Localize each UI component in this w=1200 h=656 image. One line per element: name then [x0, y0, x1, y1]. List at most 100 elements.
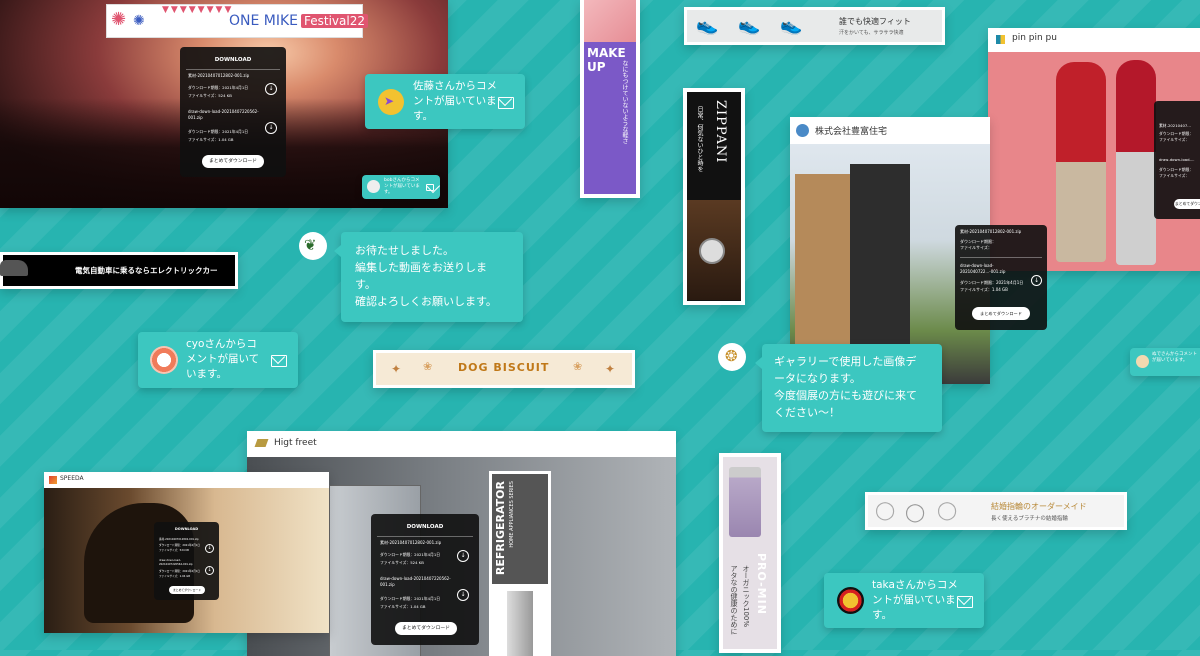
chat1-line1: お待たせしました。 — [355, 244, 454, 257]
paw-icon: ❀ — [423, 360, 433, 373]
sneaker-image-2: 👟 — [738, 15, 761, 36]
file2-download-icon[interactable]: ↓ — [265, 122, 277, 134]
file2-download-icon[interactable]: ↓ — [1031, 275, 1042, 286]
file2-name: draw-down-load-20210407220562-001.zip — [380, 576, 451, 587]
file2-expiry: ダウンロード期限： — [1159, 167, 1194, 172]
promin-copy-2: アタなの健康のために — [730, 565, 738, 635]
chat-message-1: お待たせしました。 編集した動画をお送りしま す。 確認よろしくお願いします。 — [334, 232, 523, 322]
car-image — [0, 260, 28, 276]
makeup-copy: なにもつけていないような軽さ — [621, 60, 628, 144]
download-panel: DOWNLOAD 素材-20210407012802-001.zip ダウンロー… — [180, 47, 286, 177]
fridge-header: Higt freet — [247, 431, 676, 457]
chat2-line3: 今度個展の方にも遊びに来て — [774, 389, 917, 402]
house-mini-notice-text: ぬでさんからコメントが届いています。 — [1152, 352, 1197, 363]
mail-icon — [271, 355, 287, 367]
chat-message-2: ギャラリーで使用した画像デ ータになります。 今度個展の方にも遊びに来て くださ… — [755, 344, 942, 432]
fridge-download-panel: DOWNLOAD 素材-20210407012802-001.zip ダウンロー… — [371, 514, 479, 645]
model-2 — [1116, 60, 1156, 265]
festival-badge: Festival22 — [301, 14, 368, 28]
bone-icon: ✦ — [391, 362, 402, 376]
fridge-small-image — [507, 591, 533, 656]
sneaker-image-1: 👟 — [696, 15, 719, 36]
jar-image — [729, 467, 761, 537]
dog-biscuit-banner: ✦ ❀ DOG BISCUIT ❀ ✦ — [373, 350, 635, 388]
chat1-line2: 編集した動画をお送りしま — [355, 261, 487, 274]
makeup-photo — [584, 0, 636, 42]
gym-header: SPEEDA — [44, 472, 329, 488]
fashion-header: pin pin pu — [988, 28, 1200, 52]
file2-expiry: ダウンロード期限：2021年4月1日 — [960, 280, 1024, 285]
file1-download-icon[interactable]: ↓ — [457, 550, 469, 562]
file1-size: ファイルサイズ： — [1159, 137, 1190, 142]
file1-download-icon[interactable]: ↓ — [205, 544, 214, 553]
zippani-banner: ZIPPANI 日常、何気ないひと時を — [683, 88, 745, 305]
chat-avatar-1: ❦ — [299, 232, 327, 260]
comment-notice-sato[interactable]: ➤ 佐藤さんからコメントが届いています。 — [365, 74, 525, 129]
ring-headline: 結婚指輪のオーダーメイド — [991, 502, 1087, 511]
file1-download-icon[interactable]: ↓ — [265, 83, 277, 95]
comment-notice-cyo[interactable]: cyoさんからコメントが届いています。 — [138, 332, 298, 388]
watch-face — [699, 238, 725, 264]
mini-notice-text: bobさんからコメントが届いています。 — [384, 178, 420, 195]
festival-title: ONE MIKE — [229, 13, 299, 29]
file2-size: ファイルサイズ：1.04 GB — [188, 137, 234, 142]
fireworks-icon: ✺ — [111, 9, 127, 30]
taka-notice-text: takaさんからコメントが届いています。 — [872, 579, 958, 621]
file2-expiry: ダウンロード期限：2021年4月1日 — [380, 596, 441, 601]
house-header: 株式会社豊富住宅 — [790, 117, 990, 144]
download-all-button[interactable]: まとめてダウンロード — [1174, 199, 1200, 209]
brand-logo-icon — [996, 35, 1005, 44]
ring-image-1: ◯ — [875, 500, 896, 521]
chat1-line3: す。 — [355, 278, 376, 291]
file1-expiry: ダウンロード期限：2021年4月1日 — [188, 85, 249, 90]
zippani-copy: 日常、何気ないひと時を — [696, 106, 703, 172]
mail-icon — [957, 596, 973, 608]
makeup-title-2: UP — [587, 60, 606, 74]
fridge-side-banner: REFRIGERATOR HOME APPLIANCES SERIES — [489, 471, 551, 656]
download-all-button[interactable]: まとめてダウンロード — [202, 155, 264, 168]
cyo-avatar — [150, 346, 178, 374]
sato-notice-text: 佐藤さんからコメントが届いています。 — [413, 80, 497, 122]
file1-name: 素材-20210407012802-001.zip — [159, 538, 199, 541]
file2-expiry: ダウンロード期限：2021年4月1日 — [188, 129, 249, 134]
house-download-panel: 素材-20210407012802-001.zip ダウンロード期限： ファイル… — [955, 225, 1047, 330]
file1-size: ファイルサイズ： — [960, 245, 992, 250]
paw-icon-2: ❀ — [573, 360, 583, 373]
makeup-title-1: MAKE — [587, 46, 626, 60]
file1-size: ファイルサイズ：524 KB — [188, 93, 232, 98]
cyo-notice-text: cyoさんからコメントが届いています。 — [186, 338, 260, 380]
download-title: DOWNLOAD — [406, 524, 444, 530]
file2-name: draw-down-load-20210407220562-001.zip — [159, 559, 193, 566]
gym-download-card: SPEEDA DOWNLOAD 素材-20210407012802-001.zi… — [44, 472, 329, 633]
file2-download-icon[interactable]: ↓ — [205, 566, 214, 575]
house-logo-icon — [796, 124, 809, 137]
file1-expiry: ダウンロード期限：2021年4月1日 — [159, 544, 201, 547]
promin-copy-1: オーガニック100% — [742, 565, 750, 628]
gym-logo-icon — [49, 476, 57, 484]
festival-banner: ✺ ✺ ▼▼▼▼▼▼▼▼ ONE MIKE Festival22 — [106, 4, 368, 38]
download-all-button[interactable]: まとめてダウンロード — [395, 622, 457, 635]
ring-image-3: ◯ — [937, 500, 958, 521]
file1-name: 素材-20210407012802-001.zip — [188, 73, 250, 78]
file2-name: draw-down-load-... — [1159, 157, 1195, 162]
comment-notice-taka[interactable]: takaさんからコメントが届いています。 — [824, 573, 984, 628]
makeup-banner: MAKE UP なにもつけていないような軽さ — [580, 0, 640, 198]
download-all-button[interactable]: まとめてダウンロード — [169, 586, 205, 594]
model-1 — [1056, 62, 1106, 262]
dog-text: DOG BISCUIT — [458, 361, 550, 374]
bone-icon-2: ✦ — [605, 362, 616, 376]
ev-banner: 電気自動車に乗るならエレクトリックカー — [0, 252, 238, 289]
file2-download-icon[interactable]: ↓ — [457, 589, 469, 601]
chat1-line4: 確認よろしくお願いします。 — [355, 295, 497, 308]
file2-name: draw-down-load-2021040722...-001.zip — [960, 263, 1006, 274]
file1-name: 素材-20210407... — [1159, 123, 1191, 128]
download-title: DOWNLOAD — [174, 527, 199, 531]
sneaker-banner: 👟 👟 👟 誰でも快適フィット 汗をかいても、サラサラ快適 — [684, 7, 945, 45]
file1-expiry: ダウンロード期限：2021年4月1日 — [380, 552, 441, 557]
sneaker-sub: 汗をかいても、サラサラ快適 — [839, 30, 904, 36]
chat2-line1: ギャラリーで使用した画像デ — [774, 355, 917, 368]
house-mini-notice[interactable]: ぬでさんからコメントが届いています。 — [1130, 348, 1200, 376]
file1-size: ファイルサイズ：524 KB — [159, 549, 189, 552]
mini-comment-notice[interactable]: bobさんからコメントが届いています。 — [362, 175, 440, 199]
download-all-button[interactable]: まとめてダウンロード — [972, 307, 1030, 320]
